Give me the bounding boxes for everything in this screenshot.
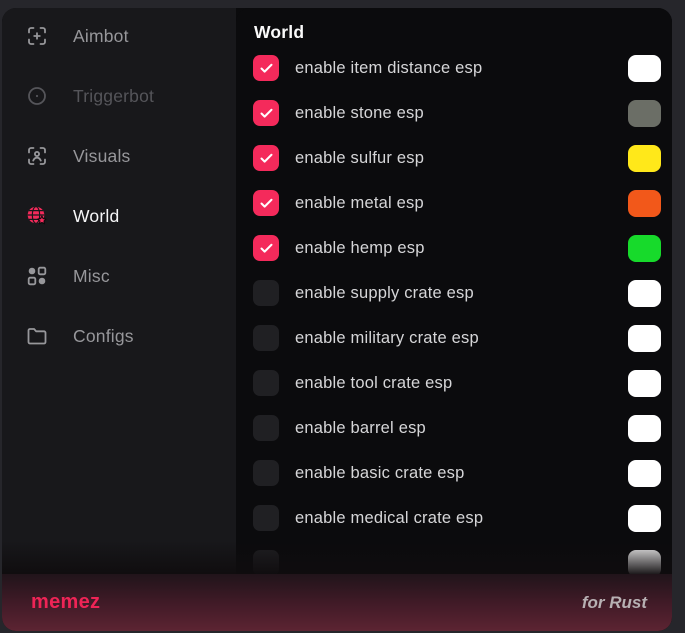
- check-icon: [259, 106, 274, 121]
- esp-row-label: enable barrel esp: [295, 419, 628, 438]
- color-swatch[interactable]: [628, 55, 661, 82]
- color-swatch[interactable]: [628, 145, 661, 172]
- checkbox-enable-tool-crate-esp[interactable]: [253, 370, 279, 396]
- tagline-text: for Rust: [582, 593, 647, 613]
- color-swatch[interactable]: [628, 415, 661, 442]
- panel-title: World: [254, 21, 661, 43]
- sidebar-item-triggerbot[interactable]: Triggerbot: [2, 76, 236, 116]
- color-swatch[interactable]: [628, 370, 661, 397]
- esp-row: enable item distance esp: [253, 55, 661, 81]
- sidebar-item-label: Aimbot: [73, 26, 129, 47]
- esp-row-label: enable medical crate esp: [295, 509, 628, 528]
- sidebar-item-world[interactable]: World: [2, 196, 236, 236]
- color-swatch[interactable]: [628, 100, 661, 127]
- checkbox-enable-military-crate-esp[interactable]: [253, 325, 279, 351]
- aimbot-crosshair-icon: [25, 24, 49, 48]
- checkbox-enable-stone-esp[interactable]: [253, 100, 279, 126]
- esp-row: enable barrel esp: [253, 415, 661, 441]
- sidebar-item-label: Visuals: [73, 146, 131, 167]
- checkbox-enable-sulfur-esp[interactable]: [253, 145, 279, 171]
- esp-row-label: enable stone esp: [295, 104, 628, 123]
- check-icon: [259, 241, 274, 256]
- sidebar-item-label: Misc: [73, 266, 110, 287]
- sidebar-item-aimbot[interactable]: Aimbot: [2, 16, 236, 56]
- checkbox-enable-barrel-esp[interactable]: [253, 415, 279, 441]
- esp-row-label: enable basic crate esp: [295, 464, 628, 483]
- esp-row-label: enable sulfur esp: [295, 149, 628, 168]
- esp-row: enable hemp esp: [253, 235, 661, 261]
- esp-row: enable supply crate esp: [253, 280, 661, 306]
- sidebar: Aimbot Triggerbot Visuals World Misc Configs: [2, 8, 236, 631]
- misc-grid-icon: [25, 264, 49, 288]
- color-swatch[interactable]: [628, 235, 661, 262]
- triggerbot-disc-icon: [25, 84, 49, 108]
- checkbox-enable-supply-crate-esp[interactable]: [253, 280, 279, 306]
- esp-row-label: enable military crate esp: [295, 329, 628, 348]
- esp-row: enable stone esp: [253, 100, 661, 126]
- color-swatch[interactable]: [628, 325, 661, 352]
- esp-row: enable tool crate esp: [253, 370, 661, 396]
- sidebar-item-label: World: [73, 206, 119, 227]
- esp-row: enable sulfur esp: [253, 145, 661, 171]
- world-globe-star-icon: [25, 204, 49, 228]
- sidebar-item-label: Configs: [73, 326, 134, 347]
- esp-row-label: enable hemp esp: [295, 239, 628, 258]
- footer: memez for Rust: [2, 574, 672, 631]
- color-swatch[interactable]: [628, 505, 661, 532]
- sidebar-item-visuals[interactable]: Visuals: [2, 136, 236, 176]
- brand-text: memez: [31, 591, 100, 614]
- esp-row-label: enable metal esp: [295, 194, 628, 213]
- color-swatch[interactable]: [628, 280, 661, 307]
- checkbox-enable-item-distance-esp[interactable]: [253, 55, 279, 81]
- esp-row-label: enable tool crate esp: [295, 374, 628, 393]
- checkbox-row[interactable]: [253, 550, 279, 576]
- color-swatch[interactable]: [628, 550, 661, 577]
- esp-row: enable medical crate esp: [253, 505, 661, 531]
- esp-row-label: enable supply crate esp: [295, 284, 628, 303]
- checkbox-enable-metal-esp[interactable]: [253, 190, 279, 216]
- checkbox-enable-basic-crate-esp[interactable]: [253, 460, 279, 486]
- esp-row: enable military crate esp: [253, 325, 661, 351]
- check-icon: [259, 151, 274, 166]
- color-swatch[interactable]: [628, 190, 661, 217]
- menu-window: AimbotTriggerbotVisualsWorldMiscConfigs …: [2, 8, 672, 631]
- sidebar-item-misc[interactable]: Misc: [2, 256, 236, 296]
- esp-row: enable basic crate esp: [253, 460, 661, 486]
- visuals-user-scan-icon: [25, 144, 49, 168]
- sidebar-item-configs[interactable]: Configs: [2, 316, 236, 356]
- esp-row-list: enable item distance esp enable stone esp…: [253, 55, 661, 576]
- checkbox-enable-hemp-esp[interactable]: [253, 235, 279, 261]
- configs-folder-icon: [25, 324, 49, 348]
- esp-row-label: enable item distance esp: [295, 59, 628, 78]
- color-swatch[interactable]: [628, 460, 661, 487]
- checkbox-enable-medical-crate-esp[interactable]: [253, 505, 279, 531]
- sidebar-item-label: Triggerbot: [73, 86, 154, 107]
- check-icon: [259, 61, 274, 76]
- check-icon: [259, 196, 274, 211]
- esp-row: enable metal esp: [253, 190, 661, 216]
- content-panel: World enable item distance esp enable sto…: [236, 8, 672, 631]
- esp-row: [253, 550, 661, 576]
